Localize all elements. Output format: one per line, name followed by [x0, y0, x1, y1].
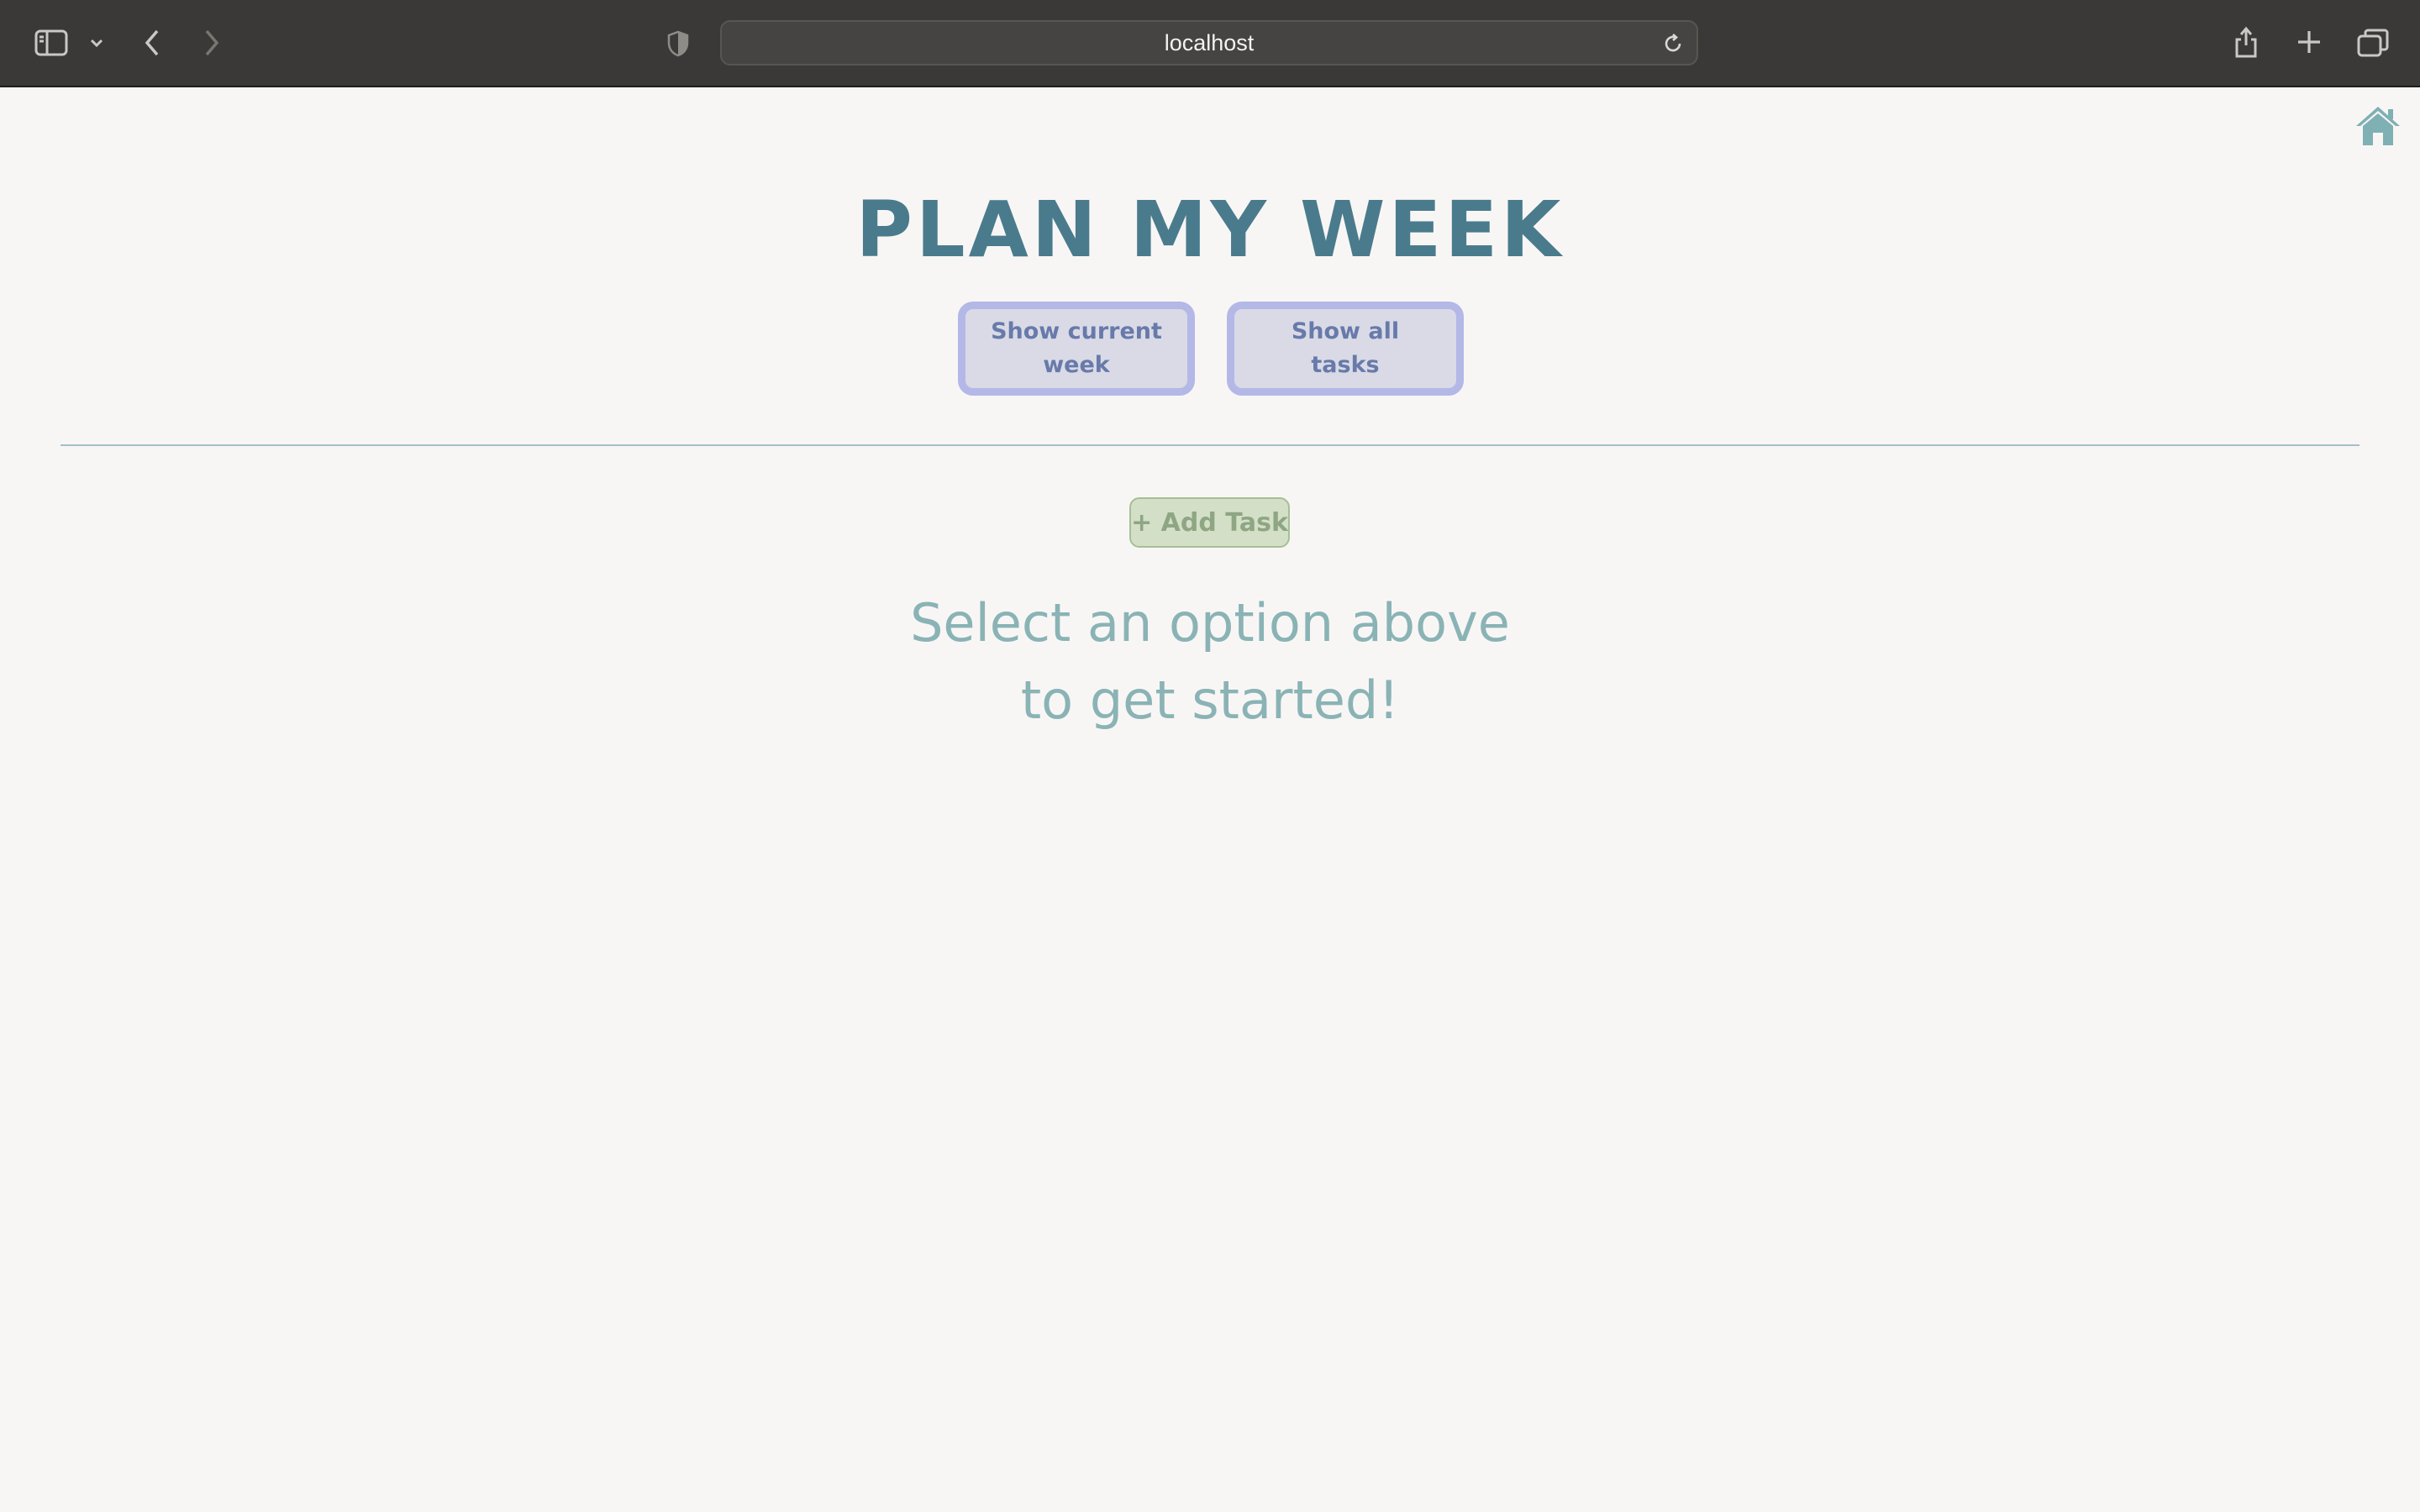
page-title: PLAN MY WEEK: [855, 185, 1565, 275]
back-icon[interactable]: [139, 27, 165, 59]
show-all-tasks-button[interactable]: Show all tasks: [1227, 302, 1464, 396]
empty-state-message: Select an option above to get started!: [0, 585, 2420, 739]
share-icon[interactable]: [2232, 24, 2260, 60]
url-text: localhost: [1164, 29, 1255, 55]
chevron-down-icon[interactable]: [87, 34, 106, 52]
show-current-week-label-line2: week: [1043, 352, 1110, 378]
divider: [60, 444, 2360, 446]
show-current-week-button[interactable]: Show current week: [958, 302, 1195, 396]
empty-state-line1: Select an option above: [910, 592, 1510, 654]
add-task-button[interactable]: + Add Task: [1129, 497, 1290, 548]
show-all-tasks-label-line1: Show all: [1291, 318, 1400, 344]
browser-toolbar: localhost: [0, 0, 2420, 87]
reload-icon[interactable]: [1661, 32, 1685, 55]
new-tab-icon[interactable]: [2294, 27, 2324, 57]
address-bar[interactable]: localhost: [720, 20, 1698, 66]
sidebar-icon[interactable]: [34, 29, 69, 57]
show-all-tasks-label-line2: tasks: [1311, 352, 1380, 378]
home-icon[interactable]: [2354, 104, 2402, 148]
privacy-shield-icon[interactable]: [666, 29, 691, 59]
tab-overview-icon[interactable]: [2356, 27, 2390, 59]
page-content: PLAN MY WEEK Show current week Show all …: [0, 87, 2420, 1512]
empty-state-line2: to get started!: [1020, 669, 1400, 731]
show-current-week-label-line1: Show current: [991, 318, 1162, 344]
forward-icon[interactable]: [199, 27, 224, 59]
